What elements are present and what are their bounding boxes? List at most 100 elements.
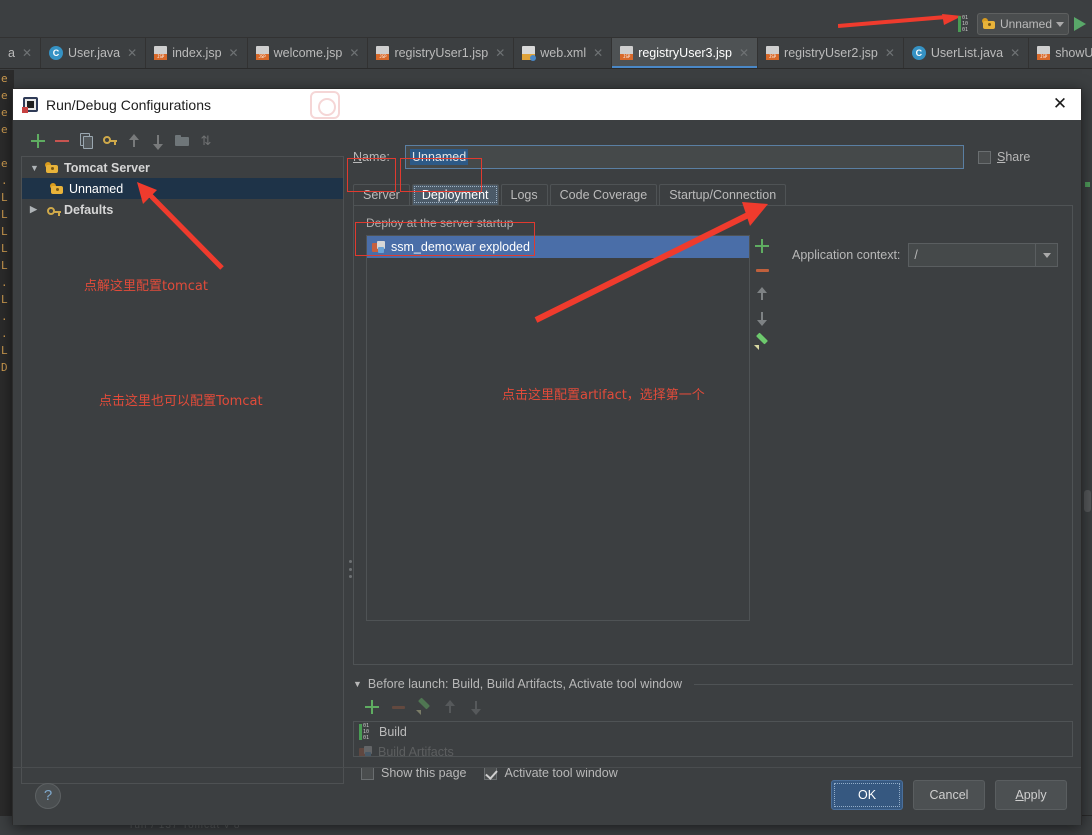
application-context-input[interactable]: / xyxy=(908,243,1059,267)
editor-tab-welcome-jsp[interactable]: JSP welcome.jsp ✕ xyxy=(248,38,369,68)
dialog-title: Run/Debug Configurations xyxy=(46,96,211,113)
name-row: Name: Unnamed Share xyxy=(353,144,1073,170)
editor-tab-registryuser2-jsp[interactable]: JSP registryUser2.jsp ✕ xyxy=(758,38,904,68)
ok-button[interactable]: OK xyxy=(831,780,903,810)
sort-icon[interactable]: ⇅ xyxy=(197,132,215,150)
list-item[interactable]: 01 10 01 Build xyxy=(354,722,1072,742)
tab-server[interactable]: Server xyxy=(353,184,410,205)
arrow-up-icon[interactable] xyxy=(125,132,143,150)
ide-toolbar: 01 10 01 Unnamed xyxy=(0,0,1092,38)
run-config-name: Unnamed xyxy=(999,17,1052,31)
arrow-down-icon xyxy=(467,698,485,716)
editor-tab-web-xml[interactable]: web.xml ✕ xyxy=(514,38,613,68)
watermark-icon xyxy=(310,91,340,119)
cancel-button[interactable]: Cancel xyxy=(913,780,985,810)
editor-tabs[interactable]: a ✕ C User.java ✕ JSP index.jsp ✕ JSP wel… xyxy=(0,38,1092,69)
chevron-down-icon[interactable]: ▼ xyxy=(353,679,362,689)
close-icon[interactable]: ✕ xyxy=(127,46,137,60)
close-icon[interactable]: ✕ xyxy=(739,46,749,60)
close-icon[interactable]: ✕ xyxy=(22,46,32,60)
pencil-icon[interactable] xyxy=(753,332,771,351)
minus-icon xyxy=(389,698,407,716)
plus-icon[interactable] xyxy=(363,698,381,716)
jsp-file-icon: JSP xyxy=(620,46,634,60)
arrow-down-icon[interactable] xyxy=(149,132,167,150)
application-context-value: / xyxy=(914,248,918,262)
editor-tab-label: index.jsp xyxy=(172,46,222,60)
before-launch-task-list[interactable]: 01 10 01 Build Build Artifacts xyxy=(353,721,1073,757)
pencil-icon xyxy=(415,697,433,716)
name-input[interactable]: Unnamed xyxy=(405,145,964,169)
run-debug-configurations-dialog: Run/Debug Configurations ✕ ⇅ ▼ Tomcat Se… xyxy=(12,88,1082,825)
help-button[interactable]: ? xyxy=(35,783,61,809)
close-icon[interactable]: ✕ xyxy=(593,46,603,60)
annotation-arrow-artifact xyxy=(534,202,768,323)
list-item-label: Build Artifacts xyxy=(378,745,454,757)
tree-node-label: Defaults xyxy=(64,202,114,217)
close-icon[interactable]: ✕ xyxy=(349,46,359,60)
editor-scroll-marker-track[interactable] xyxy=(1082,70,1092,815)
build-icon[interactable]: 01 10 01 xyxy=(957,15,972,33)
annotation-artifact: 点击这里配置artifact，选择第一个 xyxy=(502,388,705,403)
artifact-icon xyxy=(359,745,372,756)
chevron-down-icon[interactable] xyxy=(1035,244,1057,266)
run-icon[interactable] xyxy=(1074,17,1086,31)
chevron-down-icon[interactable]: ▼ xyxy=(30,163,40,173)
list-item[interactable]: Build Artifacts xyxy=(354,742,1072,757)
name-input-value: Unnamed xyxy=(410,149,469,165)
scrollbar-thumb[interactable] xyxy=(1084,490,1091,512)
close-icon[interactable]: ✕ xyxy=(1049,93,1071,115)
close-icon[interactable]: ✕ xyxy=(885,46,895,60)
editor-tab-partial-left[interactable]: a ✕ xyxy=(0,38,42,68)
tree-node-tomcat-server[interactable]: ▼ Tomcat Server xyxy=(22,157,343,178)
annotation-arrow-run-config xyxy=(838,14,962,28)
editor-tab-user-java[interactable]: C User.java ✕ xyxy=(41,38,147,68)
tree-node-label: Unnamed xyxy=(69,181,124,196)
share-checkbox[interactable]: Share xyxy=(978,150,1073,164)
deployment-panel: Deploy at the server startup ssm_demo:wa… xyxy=(353,202,1073,665)
tab-deployment[interactable]: Deployment xyxy=(411,184,499,205)
editor-tab-index-jsp[interactable]: JSP index.jsp ✕ xyxy=(146,38,248,68)
key-icon[interactable] xyxy=(101,132,119,150)
editor-tab-label: registryUser1.jsp xyxy=(394,46,489,60)
before-launch-header[interactable]: ▼ Before launch: Build, Build Artifacts,… xyxy=(353,677,1073,691)
tomcat-icon xyxy=(50,182,64,196)
plus-icon[interactable] xyxy=(29,132,47,150)
list-item-label: Build xyxy=(379,725,407,739)
chevron-right-icon[interactable]: ▶ xyxy=(30,204,40,215)
configurations-left-pane: ⇅ ▼ Tomcat Server Unnamed ▶ Defaults 点解这… xyxy=(21,128,344,786)
run-config-selector[interactable]: Unnamed xyxy=(976,13,1069,35)
editor-tab-label: User.java xyxy=(68,46,121,60)
artifact-icon xyxy=(372,240,385,254)
editor-tab-userlist-java[interactable]: C UserList.java ✕ xyxy=(904,38,1030,68)
dialog-body: ⇅ ▼ Tomcat Server Unnamed ▶ Defaults 点解这… xyxy=(13,120,1081,825)
configurations-toolbar[interactable]: ⇅ xyxy=(21,128,344,154)
jsp-file-icon: JSP xyxy=(1037,46,1051,60)
editor-tab-showuser-jsp[interactable]: JSP showUse xyxy=(1029,38,1092,68)
jsp-file-icon: JSP xyxy=(154,46,168,60)
dialog-buttons: OK Cancel Apply xyxy=(831,780,1067,810)
apply-button[interactable]: Apply xyxy=(995,780,1067,810)
share-label: Share xyxy=(997,150,1031,164)
configurations-tree[interactable]: ▼ Tomcat Server Unnamed ▶ Defaults 点解这里配… xyxy=(21,156,344,784)
annotation-arrow-unnamed xyxy=(137,182,224,270)
folder-icon[interactable] xyxy=(173,132,191,150)
chevron-down-icon[interactable] xyxy=(1056,21,1064,27)
close-icon[interactable]: ✕ xyxy=(495,46,505,60)
editor-tab-registryuser1-jsp[interactable]: JSP registryUser1.jsp ✕ xyxy=(368,38,515,68)
jsp-file-icon: JSP xyxy=(376,46,390,60)
name-label: Name: xyxy=(353,150,390,164)
run-configuration-widget[interactable]: 01 10 01 Unnamed xyxy=(957,12,1086,36)
checkbox-box[interactable] xyxy=(978,150,991,164)
close-icon[interactable]: ✕ xyxy=(229,46,239,60)
editor-tab-label: showUse xyxy=(1055,46,1092,60)
copy-icon[interactable] xyxy=(77,132,95,150)
tree-node-label: Tomcat Server xyxy=(64,160,150,175)
editor-tab-registryuser3-jsp[interactable]: JSP registryUser3.jsp ✕ xyxy=(612,38,759,68)
before-launch-toolbar[interactable] xyxy=(363,697,1073,716)
close-icon[interactable]: ✕ xyxy=(1010,46,1020,60)
build-icon: 01 10 01 xyxy=(359,723,373,741)
minus-icon[interactable] xyxy=(53,132,71,150)
application-context-label: Application context: xyxy=(792,248,901,262)
tomcat-icon xyxy=(981,17,996,31)
